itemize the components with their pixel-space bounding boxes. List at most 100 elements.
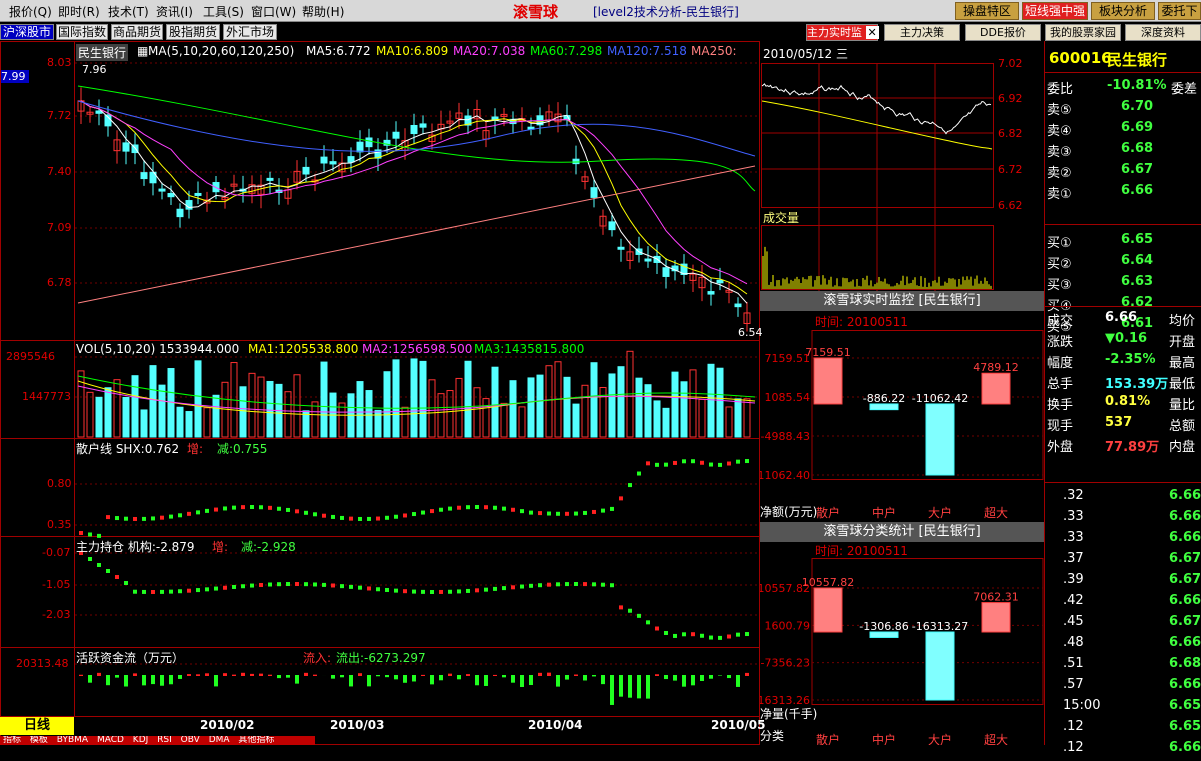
- tick-time: .37: [1063, 551, 1084, 566]
- candlestick-group: [78, 87, 750, 331]
- shx-marker: [106, 515, 110, 519]
- menu-realtime[interactable]: 即时(R): [58, 3, 100, 20]
- period-daily-button[interactable]: 日线: [0, 717, 74, 735]
- ma10-label: MA10:6.809: [376, 44, 448, 58]
- flow-bar: [331, 675, 335, 679]
- close-icon[interactable]: ✕: [866, 26, 879, 39]
- tick-time: 15:00: [1063, 698, 1100, 713]
- stat-right-label: 开盘: [1169, 331, 1195, 350]
- flow-bar: [115, 675, 119, 678]
- indicator-tab[interactable]: BYBMA: [57, 736, 88, 745]
- zl-increase: 增:: [212, 538, 228, 555]
- shx-marker: [376, 517, 380, 521]
- flow-bar: [358, 673, 362, 676]
- volume-bar: [456, 378, 462, 437]
- monitor-panel-title: 滚雪球实时监控 [民生银行]: [760, 291, 1044, 311]
- indicator-tab[interactable]: 指标: [3, 736, 21, 745]
- menu-technical[interactable]: 技术(T): [108, 3, 149, 20]
- sector-analysis-button[interactable]: 板块分析: [1091, 2, 1155, 20]
- flow-bar: [286, 675, 290, 678]
- tab-stock-home[interactable]: 我的股票家园: [1045, 24, 1121, 41]
- stat-label: 外盘: [1047, 436, 1073, 455]
- tick-row: .486.66: [1047, 635, 1201, 656]
- zl-marker: [691, 632, 695, 636]
- candle-body: [303, 167, 309, 174]
- indicator-tab[interactable]: MACD: [97, 736, 124, 745]
- zl-marker: [574, 582, 578, 586]
- tick-price: 6.66: [1169, 677, 1201, 692]
- flow-bar: [718, 675, 722, 676]
- tab-shsz[interactable]: 沪深股市: [0, 24, 54, 40]
- sell-level-label: 卖④: [1047, 120, 1072, 139]
- candle-body: [321, 157, 327, 163]
- tick-row: .426.66: [1047, 593, 1201, 614]
- shx-marker: [277, 507, 281, 511]
- menu-tools[interactable]: 工具(S): [203, 3, 244, 20]
- shx-marker: [142, 517, 146, 521]
- menu-window[interactable]: 窗口(W): [251, 3, 296, 20]
- bar-chart-ytick: -11062.40: [760, 469, 810, 482]
- shx-marker: [583, 511, 587, 515]
- shx-marker: [484, 505, 488, 509]
- stat-label: 总手: [1047, 373, 1073, 392]
- flow-bar: [151, 675, 155, 684]
- candle-body: [591, 188, 597, 198]
- indicator-tab[interactable]: 其他指标: [238, 736, 274, 745]
- zl-marker: [412, 590, 416, 594]
- stat-value: ▼0.16: [1105, 331, 1147, 346]
- indicator-tab[interactable]: 模板: [30, 736, 48, 745]
- zl-marker: [538, 583, 542, 587]
- volume-bar: [591, 363, 597, 437]
- date-label: 2010/05: [711, 718, 765, 732]
- tick-time: .45: [1063, 614, 1084, 629]
- volume-bar: [690, 370, 696, 437]
- stat-value: 0.81%: [1105, 394, 1150, 409]
- indicator-tab[interactable]: DMA: [209, 736, 230, 745]
- flow-bar: [277, 675, 281, 678]
- flow-bar: [196, 674, 200, 676]
- volume-bar: [411, 359, 417, 437]
- tick-time: .57: [1063, 677, 1084, 692]
- tab-deep-data[interactable]: 深度资料: [1125, 24, 1201, 41]
- tab-main-decision[interactable]: 主力决策: [884, 24, 960, 41]
- low-price-marker: 6.54: [738, 326, 763, 339]
- volume-bar: [546, 366, 552, 437]
- tick-price: 6.67: [1169, 572, 1201, 587]
- tab-index-futures[interactable]: 股指期货: [166, 24, 220, 40]
- indicator-tab[interactable]: KDJ: [133, 736, 149, 745]
- sell-price: 6.66: [1121, 183, 1153, 198]
- tick-price: 6.66: [1169, 509, 1201, 524]
- indicator-tab[interactable]: OBV: [181, 736, 200, 745]
- sell-level-label: 卖②: [1047, 162, 1072, 181]
- technical-chart-area[interactable]: [0, 41, 760, 745]
- sell-price: 6.69: [1121, 120, 1153, 135]
- tab-forex[interactable]: 外汇市场: [223, 24, 277, 40]
- tab-intl-index[interactable]: 国际指数: [56, 24, 108, 40]
- order-button[interactable]: 委托下: [1158, 2, 1201, 20]
- zl-marker: [637, 614, 641, 618]
- menu-quote[interactable]: 报价(Q): [9, 3, 52, 20]
- menu-info[interactable]: 资讯(I): [156, 3, 193, 20]
- zl-marker: [439, 590, 443, 594]
- flow-bar: [187, 674, 191, 676]
- flow-bar: [484, 675, 488, 686]
- candle-body: [168, 194, 174, 197]
- indicator-tab[interactable]: RSI: [157, 736, 172, 745]
- menu-help[interactable]: 帮助(H): [302, 3, 344, 20]
- tab-commodity[interactable]: 商品期货: [111, 24, 163, 40]
- shx-marker: [664, 463, 668, 467]
- tab-main-monitor[interactable]: 主力实时监 ✕: [806, 24, 878, 41]
- trading-zone-button[interactable]: 操盘特区: [955, 2, 1019, 20]
- tab-dde-quote[interactable]: DDE报价: [965, 24, 1041, 41]
- flow-bar: [403, 675, 407, 683]
- shx-marker: [196, 510, 200, 514]
- zl-marker: [349, 585, 353, 589]
- short-strong-button[interactable]: 短线强中强: [1022, 2, 1088, 20]
- candle-body: [573, 159, 579, 163]
- sell-price: 6.67: [1121, 162, 1153, 177]
- shx-marker: [178, 513, 182, 517]
- tick-price: 6.66: [1169, 488, 1201, 503]
- zl-marker: [592, 582, 596, 586]
- bar-category-label: 大户: [928, 505, 952, 520]
- bar-value-label: -1306.86: [859, 620, 908, 633]
